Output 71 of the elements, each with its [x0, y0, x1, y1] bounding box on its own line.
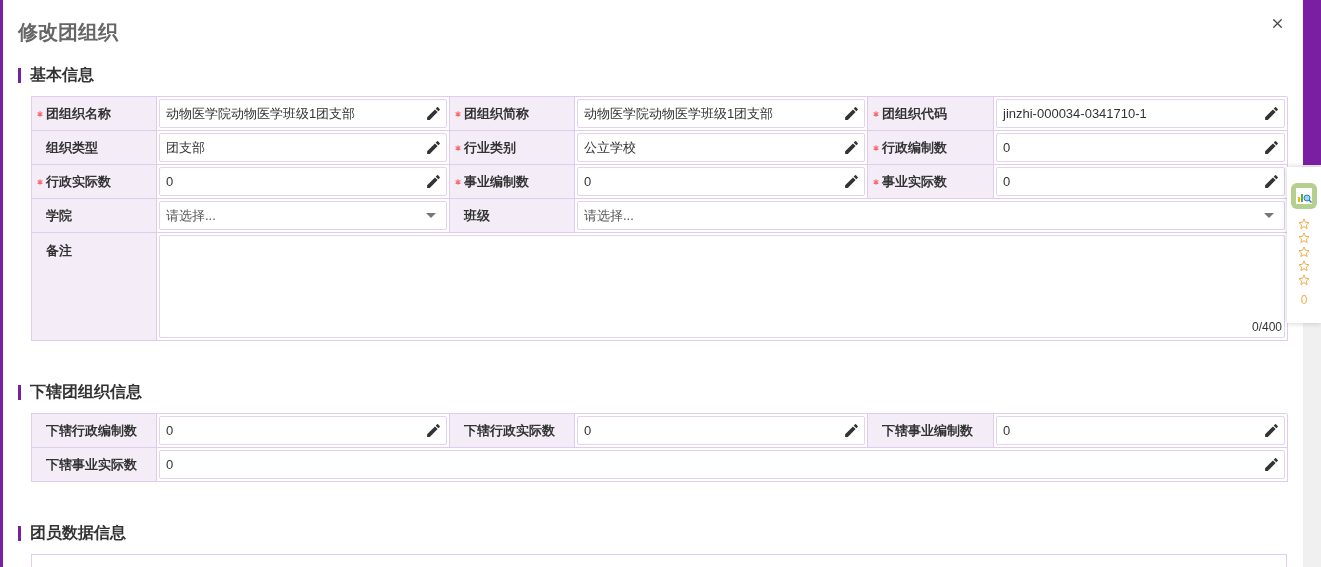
section-title: 基本信息 — [30, 65, 94, 85]
section-marker — [18, 525, 21, 541]
field-label: 行政实际数 — [32, 165, 157, 199]
required-mark-icon — [873, 178, 879, 185]
pencil-icon[interactable] — [1263, 422, 1280, 439]
pencil-icon[interactable] — [1263, 173, 1280, 190]
star-icon[interactable] — [1298, 274, 1310, 286]
field-label: 团组织代码 — [868, 97, 994, 131]
field-label: 下辖行政实际数 — [450, 414, 575, 448]
pencil-icon[interactable] — [843, 105, 860, 122]
text-field[interactable]: 0 — [577, 416, 865, 445]
required-mark-icon — [455, 178, 461, 185]
text-field[interactable]: 动物医学院动物医学班级1团支部 — [577, 99, 865, 128]
pencil-icon[interactable] — [1263, 456, 1280, 473]
field-label: 班级 — [450, 199, 575, 233]
text-field[interactable]: 0 — [996, 133, 1285, 162]
required-mark-icon — [873, 110, 879, 117]
field-label: 下辖事业实际数 — [32, 448, 157, 482]
required-mark-icon — [37, 110, 43, 117]
select-field[interactable]: 请选择... — [577, 201, 1285, 230]
field-label: 行政编制数 — [868, 131, 994, 165]
field-label: 下辖事业编制数 — [868, 414, 994, 448]
required-mark-icon — [37, 178, 43, 185]
field-label: 行业类别 — [450, 131, 575, 165]
field-label: 学院 — [32, 199, 157, 233]
pencil-icon[interactable] — [1263, 105, 1280, 122]
required-mark-icon — [455, 110, 461, 117]
field-label: 备注 — [32, 233, 157, 341]
textarea-field[interactable]: 0/400 — [159, 235, 1285, 338]
text-field[interactable]: 0 — [577, 167, 865, 196]
star-icon[interactable] — [1298, 232, 1310, 244]
rating-count: 0 — [1300, 292, 1308, 309]
caret-icon — [426, 213, 436, 218]
pencil-icon[interactable] — [425, 173, 442, 190]
field-label: 团组织简称 — [450, 97, 575, 131]
required-mark-icon — [455, 144, 461, 151]
star-icon[interactable] — [1298, 218, 1310, 230]
text-field[interactable]: 公立学校 — [577, 133, 865, 162]
select-field[interactable]: 请选择... — [159, 201, 447, 230]
text-field[interactable]: 0 — [159, 167, 447, 196]
pencil-icon[interactable] — [1263, 139, 1280, 156]
star-icon[interactable] — [1298, 260, 1310, 272]
field-label: 事业编制数 — [450, 165, 575, 199]
field-label: 团组织名称 — [32, 97, 157, 131]
caret-icon — [1264, 213, 1274, 218]
section-title: 下辖团组织信息 — [30, 382, 142, 402]
required-mark-icon — [873, 144, 879, 151]
pencil-icon[interactable] — [425, 139, 442, 156]
pencil-icon[interactable] — [843, 139, 860, 156]
close-icon[interactable] — [1270, 16, 1285, 31]
field-label: 下辖行政编制数 — [32, 414, 157, 448]
pencil-icon[interactable] — [425, 105, 442, 122]
section-title: 团员数据信息 — [30, 523, 126, 543]
text-field[interactable]: 0 — [996, 416, 1285, 445]
text-field[interactable]: 0 — [159, 416, 447, 445]
star-icon[interactable] — [1298, 246, 1310, 258]
pencil-icon[interactable] — [843, 422, 860, 439]
text-field[interactable]: 0 — [996, 167, 1285, 196]
chart-search-icon[interactable] — [1291, 183, 1317, 209]
pencil-icon[interactable] — [843, 173, 860, 190]
field-label: 事业实际数 — [868, 165, 994, 199]
dialog-title: 修改团组织 — [18, 20, 118, 45]
character-counter: 0/400 — [1251, 319, 1282, 336]
section-marker — [18, 67, 21, 83]
pencil-icon[interactable] — [425, 422, 442, 439]
text-field[interactable]: 动物医学院动物医学班级1团支部 — [159, 99, 447, 128]
section-marker — [18, 384, 21, 400]
text-field[interactable]: 0 — [159, 450, 1285, 479]
field-label: 组织类型 — [32, 131, 157, 165]
text-field[interactable]: 团支部 — [159, 133, 447, 162]
text-field[interactable]: jinzhi-000034-0341710-1 — [996, 99, 1285, 128]
